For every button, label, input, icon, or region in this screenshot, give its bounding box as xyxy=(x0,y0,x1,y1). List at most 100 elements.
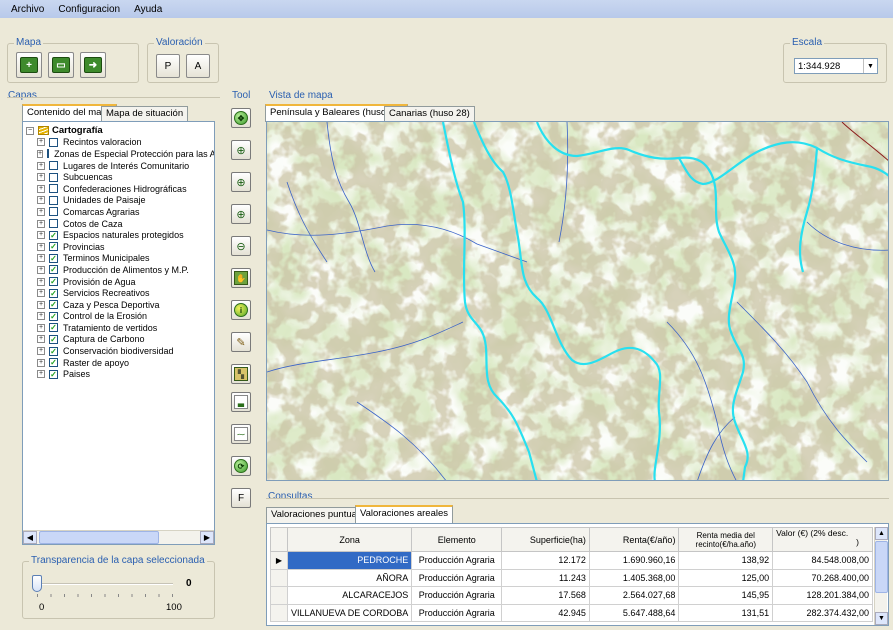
tab-mapa-situacion[interactable]: Mapa de situación xyxy=(101,106,189,122)
col-valor[interactable]: Valor (€) (2% desc. ) xyxy=(772,527,873,552)
layer-item[interactable]: + ✓ Espacios naturales protegidos xyxy=(33,229,214,241)
expand-icon[interactable]: + xyxy=(37,149,44,158)
scale-select[interactable]: 1:344.928 ▼ xyxy=(794,58,878,74)
tab-canarias[interactable]: Canarias (huso 28) xyxy=(384,106,475,122)
expand-icon[interactable]: + xyxy=(37,196,45,205)
table-cell[interactable]: 1.690.960,16 xyxy=(588,551,680,570)
layer-checkbox[interactable]: ✓ xyxy=(49,358,58,368)
layer-checkbox[interactable]: ✓ xyxy=(49,253,58,263)
expand-icon[interactable]: + xyxy=(37,219,45,228)
layer-item[interactable]: + ✓ Terminos Municipales xyxy=(33,253,214,265)
layer-checkbox[interactable]: ✓ xyxy=(49,230,58,240)
layer-checkbox[interactable]: ✓ xyxy=(49,265,58,275)
refresh-button[interactable]: ⟳ xyxy=(231,456,251,476)
transparencia-slider[interactable] xyxy=(32,575,42,592)
expand-icon[interactable]: + xyxy=(37,231,45,240)
expand-icon[interactable]: + xyxy=(37,289,45,298)
scroll-left-icon[interactable]: ◀ xyxy=(23,531,37,544)
zoom-in-box-button[interactable]: ⊕ xyxy=(231,140,251,160)
expand-icon[interactable]: + xyxy=(37,347,45,356)
expand-icon[interactable]: + xyxy=(37,138,45,147)
areal-valuation-button[interactable]: A xyxy=(186,54,210,78)
f-button[interactable]: F xyxy=(231,488,251,508)
expand-icon[interactable]: + xyxy=(37,184,45,193)
layer-item[interactable]: + ✓ Provincias xyxy=(33,241,214,253)
scroll-right-icon[interactable]: ▶ xyxy=(200,531,214,544)
menu-configuracion[interactable]: Configuracion xyxy=(51,4,127,15)
layer-checkbox[interactable]: ✓ xyxy=(49,334,58,344)
table-cell[interactable]: 42.945 xyxy=(501,603,590,622)
layer-checkbox[interactable] xyxy=(49,219,58,229)
table-scroll-thumb[interactable] xyxy=(875,541,888,593)
layer-item[interactable]: + Subcuencas xyxy=(33,171,214,183)
table-cell[interactable]: 131,51 xyxy=(678,603,774,622)
layer-checkbox[interactable]: ✓ xyxy=(49,311,58,321)
open-map-button[interactable]: ▭ xyxy=(48,52,74,78)
expand-icon[interactable]: + xyxy=(37,173,45,182)
table-cell[interactable]: ALCARACEJOS xyxy=(286,586,413,605)
layer-item[interactable]: + Cotos de Caza xyxy=(33,218,214,230)
row-selector[interactable] xyxy=(270,568,288,587)
table-cell[interactable]: VILLANUEVA DE CORDOBA xyxy=(286,603,413,622)
expand-icon[interactable]: + xyxy=(37,254,45,263)
map-view[interactable] xyxy=(266,121,889,481)
expand-icon[interactable]: + xyxy=(37,277,45,286)
table-cell[interactable]: 138,92 xyxy=(678,551,774,570)
menu-ayuda[interactable]: Ayuda xyxy=(127,4,169,15)
col-elemento[interactable]: Elemento xyxy=(411,527,503,552)
menu-archivo[interactable]: Archivo xyxy=(4,4,51,15)
tree-root[interactable]: − Cartografía xyxy=(23,125,214,137)
col-zona[interactable]: Zona xyxy=(286,527,413,552)
table-cell[interactable]: 12.172 xyxy=(501,551,590,570)
col-superficie[interactable]: Superficie(ha) xyxy=(501,527,590,552)
row-selector[interactable]: ▶ xyxy=(270,551,288,570)
layer-checkbox[interactable]: ✓ xyxy=(49,288,58,298)
table-cell[interactable]: Producción Agraria xyxy=(411,603,503,622)
layer-checkbox[interactable] xyxy=(49,195,58,205)
zoom-in-button[interactable]: ⊕ xyxy=(231,172,251,192)
layer-checkbox[interactable]: ✓ xyxy=(49,346,58,356)
layer-checkbox[interactable]: ✓ xyxy=(49,277,58,287)
expand-icon[interactable]: + xyxy=(37,370,45,379)
table-cell[interactable]: 11.243 xyxy=(501,568,590,587)
layer-checkbox[interactable] xyxy=(49,172,58,182)
table-cell[interactable]: 1.405.368,00 xyxy=(588,568,680,587)
layer-item[interactable]: + Lugares de Interés Comunitario xyxy=(33,160,214,172)
table-cell[interactable]: 84.548.008,00 xyxy=(772,551,873,570)
expand-icon[interactable]: + xyxy=(37,335,45,344)
table-row[interactable]: ALCARACEJOS Producción Agraria 17.568 2.564… xyxy=(270,586,873,605)
layer-checkbox[interactable] xyxy=(49,184,58,194)
zoom-fixed-button[interactable]: ⊕ xyxy=(231,204,251,224)
layer-checkbox[interactable]: ✓ xyxy=(49,323,58,333)
layer-checkbox[interactable] xyxy=(49,207,58,217)
puntual-valuation-button[interactable]: P xyxy=(156,54,180,78)
table-cell[interactable]: PEDROCHE xyxy=(286,551,413,570)
layer-item[interactable]: + ✓ Raster de apoyo xyxy=(33,357,214,369)
table-row[interactable]: AÑORA Producción Agraria 11.243 1.405.368,0… xyxy=(270,568,873,587)
expand-icon[interactable]: + xyxy=(37,265,45,274)
layer-item[interactable]: + Comarcas Agrarias xyxy=(33,206,214,218)
layer-item[interactable]: + Recintos valoracion xyxy=(33,137,214,149)
export-map-button[interactable]: ➜ xyxy=(80,52,106,78)
layer-checkbox[interactable] xyxy=(47,149,50,159)
tab-valoraciones-areales[interactable]: Valoraciones areales xyxy=(355,505,454,523)
expand-icon[interactable]: + xyxy=(37,300,45,309)
line-chart-button[interactable]: ⁓ xyxy=(231,424,251,444)
layer-checkbox[interactable] xyxy=(49,161,58,171)
layer-checkbox[interactable] xyxy=(49,137,58,147)
select-button[interactable]: ✎ xyxy=(231,332,251,352)
layer-item[interactable]: + ✓ Provisión de Agua xyxy=(33,276,214,288)
layer-checkbox[interactable]: ✓ xyxy=(49,242,58,252)
pan-button[interactable]: ✋ xyxy=(231,268,251,288)
identify-button[interactable]: i xyxy=(231,300,251,320)
full-extent-button[interactable]: ✥ xyxy=(231,108,251,128)
table-cell[interactable]: AÑORA xyxy=(286,568,413,587)
table-cell[interactable]: 5.647.488,64 xyxy=(588,603,680,622)
table-row[interactable]: VILLANUEVA DE CORDOBA Producción Agraria 4… xyxy=(270,603,873,622)
select-features-button[interactable]: ▚ xyxy=(231,364,251,384)
table-cell[interactable]: 128.201.384,00 xyxy=(772,586,873,605)
layer-item[interactable]: + Unidades de Paisaje xyxy=(33,195,214,207)
table-row[interactable]: ▶ PEDROCHE Producción Agraria 12.172 1.690.9… xyxy=(270,551,873,570)
collapse-icon[interactable]: − xyxy=(26,126,34,135)
layer-item[interactable]: + ✓ Tratamiento de vertidos xyxy=(33,322,214,334)
